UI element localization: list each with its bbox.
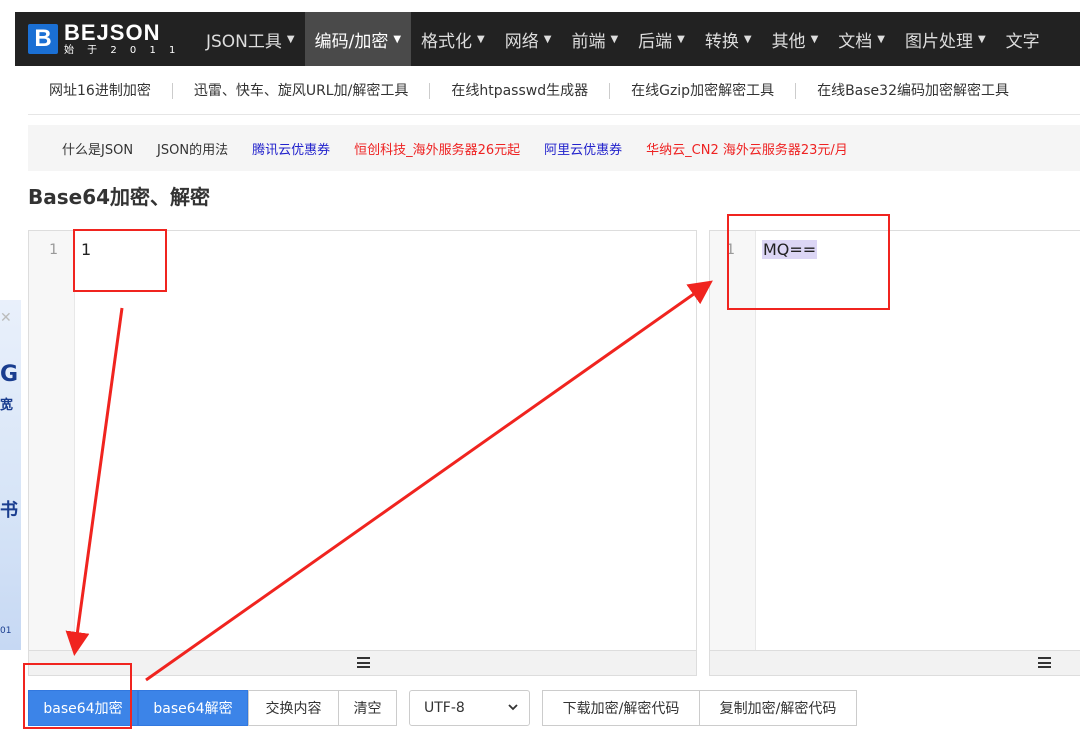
nav-item[interactable]: 网络 ▼ bbox=[495, 12, 562, 66]
ad-text-5: 01 bbox=[0, 626, 12, 636]
output-editor[interactable]: 1 MQ== bbox=[709, 230, 1080, 676]
editor-resize-bar[interactable] bbox=[29, 650, 696, 675]
nav-item[interactable]: 其他 ▼ bbox=[762, 12, 829, 66]
subtool-link[interactable]: 在线htpasswd生成器 bbox=[430, 83, 611, 99]
nav-item[interactable]: 转换 ▼ bbox=[695, 12, 762, 66]
nav-item-label: 编码/加密 bbox=[314, 31, 389, 52]
charset-selected: UTF-8 bbox=[424, 700, 465, 716]
nav-item-label: JSON工具 bbox=[206, 31, 282, 52]
caret-down-icon: ▼ bbox=[877, 33, 885, 45]
chevron-down-icon bbox=[508, 704, 518, 711]
nav-item-label: 前端 bbox=[571, 31, 606, 52]
ad-text-1: G bbox=[0, 362, 19, 387]
line-number-gutter: 1 bbox=[710, 231, 756, 651]
base64-encode-button[interactable]: base64加密 bbox=[28, 690, 138, 726]
promo-link[interactable]: JSON的用法 bbox=[157, 139, 228, 158]
close-icon[interactable]: ✕ bbox=[0, 310, 12, 326]
caret-down-icon: ▼ bbox=[393, 33, 402, 45]
menu-icon[interactable] bbox=[357, 657, 370, 668]
logo-name: BEJSON bbox=[64, 20, 161, 45]
nav-item-label: 后端 bbox=[638, 31, 673, 52]
promo-link[interactable]: 阿里云优惠券 bbox=[544, 139, 622, 158]
nav-item[interactable]: JSON工具 ▼ bbox=[196, 12, 305, 66]
subtool-link[interactable]: 迅雷、快车、旋风URL加/解密工具 bbox=[173, 83, 431, 99]
nav-item[interactable]: 前端 ▼ bbox=[561, 12, 628, 66]
input-text[interactable]: 1 bbox=[81, 240, 91, 259]
promo-links-bar: 什么是JSON JSON的用法 腾讯云优惠券 恒创科技_海外服务器26元起 阿里云优惠券… bbox=[28, 125, 1080, 171]
nav-item[interactable]: 文字 bbox=[996, 12, 1050, 66]
main-nav: JSON工具 ▼ 编码/加密 ▼ 格式化 ▼ 网络 ▼ 前端 ▼ 后端 ▼ 转换 ▼ 其他 ▼ 文档 ▼ 图片处理 ▼… bbox=[196, 12, 1050, 66]
menu-icon[interactable] bbox=[1038, 657, 1051, 668]
subtool-link[interactable]: 网址16进制加密 bbox=[28, 83, 173, 99]
base64-decode-button[interactable]: base64解密 bbox=[138, 690, 248, 726]
nav-item-label: 格式化 bbox=[421, 31, 473, 52]
nav-item-label: 网络 bbox=[504, 31, 539, 52]
ad-text-2: 宽 bbox=[0, 398, 14, 413]
promo-link[interactable]: 华纳云_CN2 海外云服务器23元/月 bbox=[646, 139, 848, 158]
caret-down-icon: ▼ bbox=[677, 33, 685, 45]
selected-output: MQ== bbox=[762, 240, 818, 259]
promo-link[interactable]: 恒创科技_海外服务器26元起 bbox=[354, 139, 520, 158]
caret-down-icon: ▼ bbox=[810, 33, 819, 45]
nav-item[interactable]: 文档 ▼ bbox=[828, 12, 895, 66]
page-title: Base64加密、解密 bbox=[28, 185, 211, 209]
nav-item-label: 其他 bbox=[771, 31, 806, 52]
caret-down-icon: ▼ bbox=[286, 33, 295, 45]
nav-item-label: 文字 bbox=[1005, 31, 1040, 52]
caret-down-icon: ▼ bbox=[977, 33, 986, 45]
side-ad-banner[interactable]: ✕ G 宽 书 01 bbox=[0, 300, 21, 650]
site-logo[interactable]: B BEJSON 始 于 2 0 1 1 bbox=[28, 19, 180, 59]
copy-code-button[interactable]: 复制加密/解密代码 bbox=[699, 690, 857, 726]
line-number: 1 bbox=[726, 242, 735, 258]
caret-down-icon: ▼ bbox=[743, 33, 752, 45]
top-navbar: B BEJSON 始 于 2 0 1 1 JSON工具 ▼ 编码/加密 ▼ 格式化 ▼ 网络… bbox=[0, 0, 1080, 66]
logo-mark: B bbox=[28, 24, 58, 54]
editor-resize-bar[interactable] bbox=[710, 650, 1080, 675]
caret-down-icon: ▼ bbox=[543, 33, 552, 45]
line-number: 1 bbox=[49, 242, 58, 258]
nav-item[interactable]: 编码/加密 ▼ bbox=[304, 12, 412, 66]
download-code-button[interactable]: 下载加密/解密代码 bbox=[542, 690, 700, 726]
caret-down-icon: ▼ bbox=[477, 33, 485, 45]
charset-select[interactable]: UTF-8 bbox=[409, 690, 530, 726]
clear-button[interactable]: 清空 bbox=[338, 690, 397, 726]
ad-text-4: 书 bbox=[0, 500, 18, 521]
output-text[interactable]: MQ== bbox=[762, 240, 818, 259]
subtool-link[interactable]: 在线Gzip加密解密工具 bbox=[610, 83, 797, 99]
promo-link[interactable]: 什么是JSON bbox=[62, 139, 133, 158]
logo-tagline: 始 于 2 0 1 1 bbox=[64, 45, 181, 56]
nav-item[interactable]: 格式化 ▼ bbox=[411, 12, 495, 66]
caret-down-icon: ▼ bbox=[610, 33, 619, 45]
subtool-link[interactable]: 在线Base32编码加密解密工具 bbox=[796, 83, 1030, 99]
nav-item[interactable]: 图片处理 ▼ bbox=[895, 12, 996, 66]
nav-item-label: 转换 bbox=[704, 31, 739, 52]
line-number-gutter: 1 bbox=[29, 231, 75, 651]
nav-item[interactable]: 后端 ▼ bbox=[628, 12, 695, 66]
sub-tools-bar: 网址16进制加密 迅雷、快车、旋风URL加/解密工具 在线htpasswd生成器 在线… bbox=[28, 68, 1080, 115]
input-editor[interactable]: 1 1 bbox=[28, 230, 697, 676]
swap-content-button[interactable]: 交换内容 bbox=[248, 690, 339, 726]
promo-link[interactable]: 腾讯云优惠券 bbox=[252, 139, 330, 158]
nav-item-label: 图片处理 bbox=[904, 31, 973, 52]
nav-item-label: 文档 bbox=[838, 31, 873, 52]
